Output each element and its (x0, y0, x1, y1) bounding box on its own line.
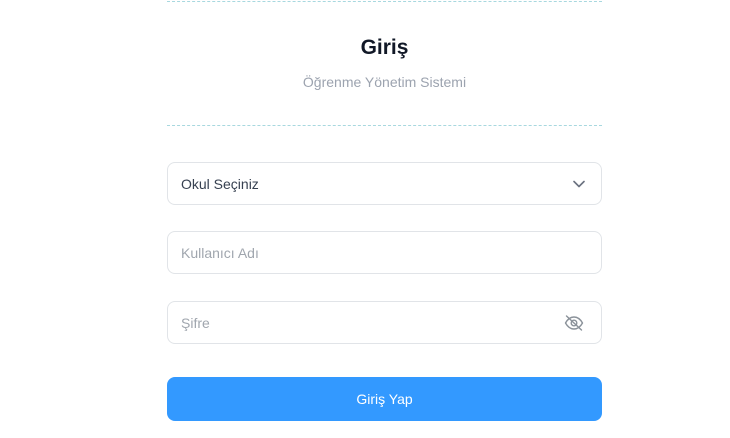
top-divider (167, 1, 602, 2)
password-field-wrapper (167, 301, 602, 344)
username-field-wrapper (167, 231, 602, 274)
password-input[interactable] (181, 314, 563, 331)
chevron-down-icon (572, 177, 586, 191)
header-divider (167, 125, 602, 126)
school-select[interactable]: Okul Seçiniz (167, 162, 602, 205)
login-button[interactable]: Giriş Yap (167, 377, 602, 421)
login-page: Giriş Öğrenme Yönetim Sistemi Okul Seçin… (0, 0, 730, 438)
page-subtitle: Öğrenme Yönetim Sistemi (302, 74, 467, 90)
school-select-value: Okul Seçiniz (181, 175, 259, 192)
eye-off-icon[interactable] (563, 312, 585, 334)
username-input[interactable] (181, 244, 588, 261)
page-title: Giriş (360, 36, 409, 59)
